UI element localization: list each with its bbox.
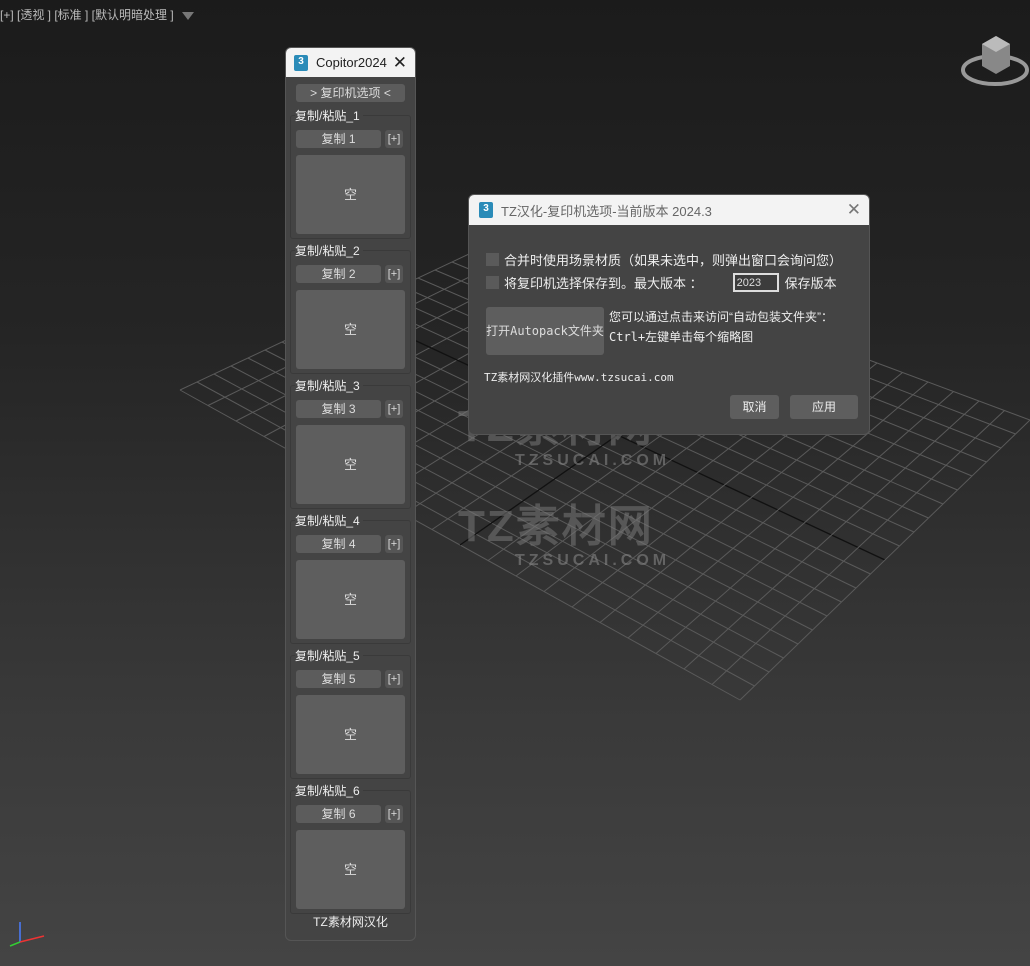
panel-title: Copitor2024 [316,55,387,70]
copy-paste-group: 复制/粘贴_5 复制 5 [+] 空 [290,647,411,779]
add-button[interactable]: [+] [385,805,403,823]
panel-titlebar[interactable]: 3 Copitor2024 ✕ [286,48,415,77]
hint-line-2: Ctrl+左键单击每个缩略图 [609,330,754,344]
save-version-label: 将复印机选择保存到。最大版本 ： [504,276,703,291]
credit-text: TZ素材网汉化插件www.tzsucai.com [484,371,674,384]
group-label: 复制/粘贴_1 [295,107,363,124]
copy-button[interactable]: 复制 4 [296,535,381,553]
viewcube-icon[interactable] [960,32,1030,92]
paste-thumbnail[interactable]: 空 [296,560,405,639]
copy-paste-group: 复制/粘贴_4 复制 4 [+] 空 [290,512,411,644]
copier-options-button[interactable]: > 复印机选项 < [296,84,405,102]
close-icon[interactable]: ✕ [847,200,861,220]
dialog-titlebar[interactable]: 3 TZ汉化-复印机选项-当前版本 2024.3 ✕ [469,195,869,225]
add-button[interactable]: [+] [385,130,403,148]
hint-text: 您可以通过点击来访问“自动包装文件夹”： Ctrl+左键单击每个缩略图 [609,307,833,347]
add-button[interactable]: [+] [385,400,403,418]
3dsmax-app-icon: 3 [294,54,308,71]
scene-material-option[interactable]: 合并时使用场景材质（如果未选中，则弹出窗口会询问您） [486,250,842,269]
add-button[interactable]: [+] [385,535,403,553]
3dsmax-app-icon: 3 [479,202,493,218]
filter-icon[interactable] [181,11,194,20]
hint-line-1: 您可以通过点击来访问“自动包装文件夹”： [609,310,833,324]
scene-material-checkbox[interactable] [486,253,499,266]
viewport-grid [179,229,1030,701]
apply-button[interactable]: 应用 [790,395,858,419]
cancel-button[interactable]: 取消 [730,395,779,419]
group-label: 复制/粘贴_6 [295,782,363,799]
copy-button[interactable]: 复制 1 [296,130,381,148]
watermark-sub: TZSUCAI.COM [515,552,671,569]
save-version-checkbox[interactable] [486,276,499,289]
copy-button[interactable]: 复制 5 [296,670,381,688]
copy-button[interactable]: 复制 2 [296,265,381,283]
scene-material-label: 合并时使用场景材质（如果未选中，则弹出窗口会询问您） [504,253,843,268]
save-version-option[interactable]: 将复印机选择保存到。最大版本 ： 保存版本 [486,273,837,292]
paste-thumbnail[interactable]: 空 [296,695,405,774]
autopack-label: 打开Autopack文件夹 [486,324,604,338]
copy-button[interactable]: 复制 6 [296,805,381,823]
viewport-menu-text[interactable]: [+] [透视 ] [标准 ] [默认明暗处理 ] [0,8,174,22]
grid-line [739,419,1030,701]
close-icon[interactable]: ✕ [393,53,407,73]
viewport-label[interactable]: [+] [透视 ] [标准 ] [默认明暗处理 ] [0,6,194,23]
paste-thumbnail[interactable]: 空 [296,425,405,504]
paste-thumbnail[interactable]: 空 [296,155,405,234]
save-version-suffix: 保存版本 [784,276,837,291]
group-label: 复制/粘贴_3 [295,377,363,394]
group-label: 复制/粘贴_2 [295,242,363,259]
open-autopack-folder-button[interactable]: 打开Autopack文件夹 [486,307,604,355]
panel-footer: TZ素材网汉化 [313,915,388,929]
group-label: 复制/粘贴_5 [295,647,363,664]
copy-paste-group: 复制/粘贴_2 复制 2 [+] 空 [290,242,411,374]
copy-button[interactable]: 复制 3 [296,400,381,418]
axis-tripod-icon [9,922,45,947]
copitor-panel: 3 Copitor2024 ✕ > 复印机选项 < 复制/粘贴_1 复制 1 [… [285,47,416,941]
grid-line [711,410,1005,685]
watermark-sub: TZSUCAI.COM [515,452,671,469]
copy-paste-group: 复制/粘贴_6 复制 6 [+] 空 [290,782,411,914]
add-button[interactable]: [+] [385,265,403,283]
copy-paste-group: 复制/粘贴_1 复制 1 [+] 空 [290,107,411,239]
dialog-title: TZ汉化-复印机选项-当前版本 2024.3 [501,203,712,219]
max-version-input[interactable] [732,273,779,292]
copier-options-dialog: 3 TZ汉化-复印机选项-当前版本 2024.3 ✕ 合并时使用场景材质（如果未… [468,194,870,435]
paste-thumbnail[interactable]: 空 [296,830,405,909]
copy-paste-group: 复制/粘贴_3 复制 3 [+] 空 [290,377,411,509]
add-button[interactable]: [+] [385,670,403,688]
group-label: 复制/粘贴_4 [295,512,363,529]
grid-line [683,400,980,670]
paste-thumbnail[interactable]: 空 [296,290,405,369]
watermark-text: TZ素材网 [458,502,654,551]
